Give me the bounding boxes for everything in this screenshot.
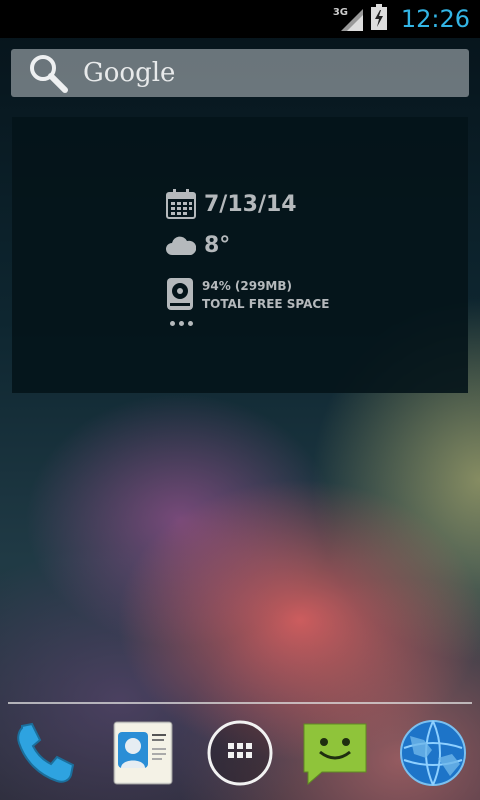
browser-icon[interactable] [398, 718, 468, 788]
widget-storage-amount: 94% (299MB) [202, 279, 293, 293]
phone-icon[interactable] [10, 718, 80, 788]
more-icon[interactable] [170, 321, 193, 326]
contacts-icon[interactable] [108, 718, 178, 788]
google-search-bar[interactable]: Google [11, 49, 469, 97]
widget-date-row: 7/13/14 [166, 189, 297, 219]
dock-divider [8, 702, 472, 704]
status-bar: 3G 12:26 [0, 0, 480, 38]
calendar-icon [166, 189, 196, 219]
widget-storage-row: 94% (299MB) TOTAL FREE SPACE [166, 277, 329, 313]
app-drawer-icon[interactable] [205, 718, 275, 788]
battery-charging-icon [370, 4, 387, 34]
hard-drive-icon [167, 278, 193, 310]
widget-date: 7/13/14 [204, 191, 297, 217]
clock: 12:26 [400, 5, 470, 33]
widget-weather-row: 8° [166, 233, 230, 258]
widget-storage-label: TOTAL FREE SPACE [202, 297, 330, 311]
google-label: Google [83, 58, 176, 88]
search-icon [30, 55, 68, 93]
cloud-icon [166, 236, 196, 255]
widget-temperature: 8° [204, 233, 231, 258]
messaging-icon[interactable] [300, 718, 370, 788]
signal-icon: 3G [333, 5, 363, 33]
info-widget[interactable]: 7/13/14 8° 94% (299MB) TOTAL FREE SPACE [12, 117, 468, 393]
